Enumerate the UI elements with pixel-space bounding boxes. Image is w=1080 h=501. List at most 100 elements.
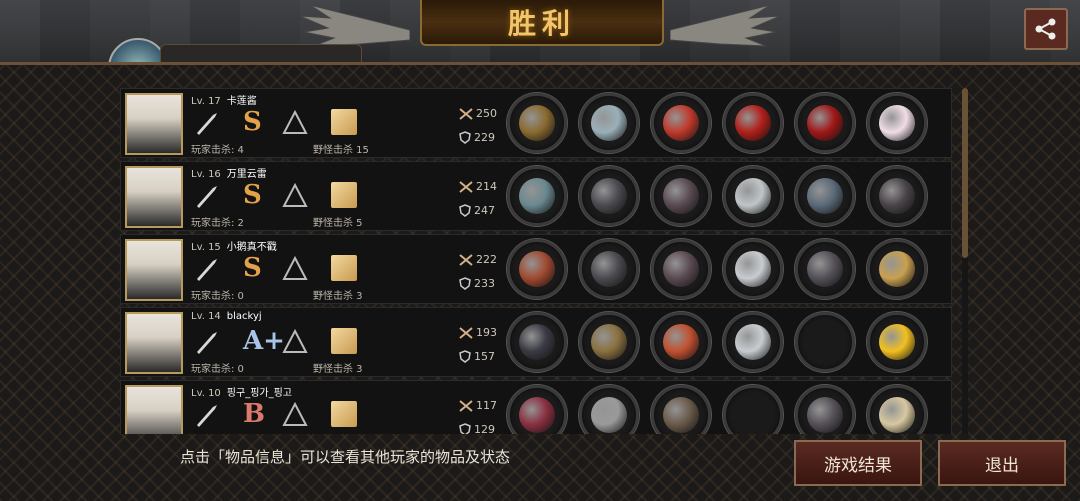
share-icon [1035, 18, 1056, 40]
exit-button[interactable]: 退出 [938, 440, 1066, 486]
player-row[interactable]: Lv. 17 卡莲酱 S 玩家击杀: 4 野怪击杀 15 250 229 [120, 88, 952, 158]
item-slot-knight-helmet[interactable] [579, 385, 639, 434]
player-portrait[interactable] [125, 312, 183, 374]
attack-stat: 222 [459, 253, 497, 266]
item-slot-robe[interactable] [651, 385, 711, 434]
player-level: Lv. 15 小鹅真不戳 [191, 238, 277, 253]
tactical-skill-icon [331, 182, 357, 208]
defense-icon [459, 204, 471, 217]
grade-badge: S [243, 180, 262, 210]
equipment-slots [507, 312, 927, 374]
defense-stat: 229 [459, 131, 495, 144]
item-slot-boots[interactable] [795, 166, 855, 226]
attack-stat: 193 [459, 326, 497, 339]
defense-stat: 157 [459, 350, 495, 363]
gold-helmet-icon [591, 324, 627, 360]
item-slot-dark-gauntlet[interactable] [867, 166, 927, 226]
right-wing-ornament [670, 4, 780, 47]
defense-stat: 247 [459, 204, 495, 217]
item-slot-box[interactable] [867, 239, 927, 299]
monster-kills: 野怪击杀 3 [313, 364, 363, 375]
defense-value: 247 [474, 204, 495, 217]
player-row[interactable]: Lv. 14 blackyj A+ 玩家击杀: 0 野怪击杀 3 193 157 [120, 307, 952, 377]
item-slot-gauntlet[interactable] [795, 385, 855, 434]
attack-value: 214 [476, 180, 497, 193]
item-slot-red-cloth[interactable] [651, 312, 711, 372]
item-slot-lily[interactable] [867, 312, 927, 372]
equipment-slots [507, 93, 927, 155]
skill-icon [282, 109, 308, 134]
item-slot-book[interactable] [867, 385, 927, 434]
item-slot-red-jacket[interactable] [651, 93, 711, 153]
item-slot-staff[interactable] [507, 93, 567, 153]
player-portrait[interactable] [125, 93, 183, 155]
monster-kills: 野怪击杀 5 [313, 218, 363, 229]
item-slot-dark-helmet[interactable] [579, 239, 639, 299]
attack-value: 193 [476, 326, 497, 339]
scrollbar-thumb[interactable] [962, 88, 968, 258]
list-scrollbar[interactable] [962, 88, 968, 434]
item-slot-pearl[interactable] [867, 93, 927, 153]
item-slot-red-heels[interactable] [795, 93, 855, 153]
grade-badge: S [243, 253, 262, 283]
attack-icon [459, 180, 473, 193]
level-text: Lv. 17 [191, 96, 221, 107]
item-slot-spear[interactable] [507, 239, 567, 299]
defense-stat: 233 [459, 277, 495, 290]
item-slot-blade[interactable] [507, 312, 567, 372]
player-list[interactable]: Lv. 17 卡莲酱 S 玩家击杀: 4 野怪击杀 15 250 229 Lv. 16 万里云雷… [120, 88, 952, 434]
level-text: Lv. 16 [191, 169, 221, 180]
defense-icon [459, 277, 471, 290]
level-text: Lv. 14 [191, 311, 221, 322]
rifle-icon [519, 178, 555, 214]
grade-badge: S [243, 107, 262, 137]
weapon-type-icon [197, 405, 217, 427]
item-slot-dark-armor[interactable] [651, 239, 711, 299]
helmet-icon [591, 105, 627, 141]
item-slot-bow[interactable] [507, 385, 567, 434]
item-slot-rifle[interactable] [507, 166, 567, 226]
item-slot-silver-bracer[interactable] [723, 239, 783, 299]
page-title: 胜利 [507, 7, 576, 40]
item-slot-empty[interactable] [795, 312, 855, 372]
player-portrait[interactable] [125, 239, 183, 301]
equipment-slots [507, 385, 927, 434]
attack-icon [459, 326, 473, 339]
item-slot-helmet[interactable] [579, 93, 639, 153]
knight-helmet-icon [591, 397, 627, 433]
share-button[interactable] [1024, 8, 1068, 50]
item-slot-gold-helmet[interactable] [579, 312, 639, 372]
defense-stat: 129 [459, 423, 495, 434]
tactical-skill-icon [331, 255, 357, 281]
item-slot-red-bracelet[interactable] [723, 93, 783, 153]
item-slot-dark-armor[interactable] [651, 166, 711, 226]
player-kills: 玩家击杀: 4 [191, 145, 244, 156]
game-result-button[interactable]: 游戏结果 [794, 440, 922, 486]
staff-icon [519, 105, 555, 141]
grade-badge: A+ [243, 326, 285, 356]
item-slot-silver-disc[interactable] [723, 166, 783, 226]
attack-value: 250 [476, 107, 497, 120]
item-slot-silver-bracer[interactable] [723, 312, 783, 372]
item-slot-empty[interactable] [723, 385, 783, 434]
item-slot-gauntlet[interactable] [795, 239, 855, 299]
item-slot-dark-helmet[interactable] [579, 166, 639, 226]
monster-kills: 野怪击杀 3 [313, 433, 363, 434]
red-bracelet-icon [735, 105, 771, 141]
player-row[interactable]: Lv. 15 小鹅真不戳 S 玩家击杀: 0 野怪击杀 3 222 233 [120, 234, 952, 304]
player-portrait[interactable] [125, 385, 183, 434]
attack-stat: 250 [459, 107, 497, 120]
defense-icon [459, 423, 471, 434]
book-icon [879, 397, 915, 433]
silver-bracer-icon [735, 251, 771, 287]
player-row[interactable]: Lv. 16 万里云雷 S 玩家击杀: 2 野怪击杀 5 214 247 [120, 161, 952, 231]
spear-icon [519, 251, 555, 287]
player-row[interactable]: Lv. 10 핑구_핑가_핑고B 玩家击杀: 0 野怪击杀 3 117 129 [120, 380, 952, 434]
player-portrait[interactable] [125, 166, 183, 228]
player-kills: 玩家击杀: 0 [191, 291, 244, 302]
silver-disc-icon [735, 178, 771, 214]
skill-icon [282, 255, 308, 280]
dark-armor-icon [663, 178, 699, 214]
attack-value: 222 [476, 253, 497, 266]
dark-helmet-icon [591, 251, 627, 287]
